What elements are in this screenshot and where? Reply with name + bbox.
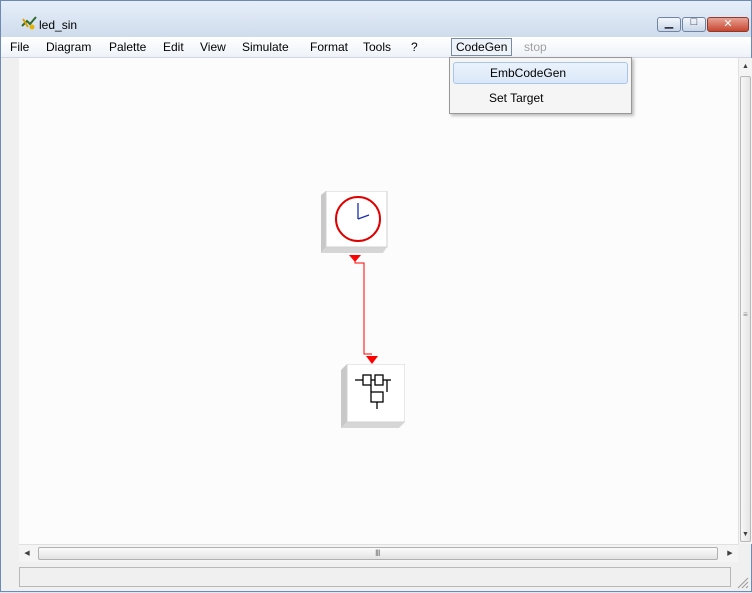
title-bar[interactable]: led_sin ▁ □ ✕ xyxy=(1,1,751,37)
menu-diagram[interactable]: Diagram xyxy=(42,38,95,56)
minimize-button[interactable]: ▁ xyxy=(657,17,681,32)
scroll-up-arrow-icon[interactable]: ▲ xyxy=(739,60,752,74)
menu-palette[interactable]: Palette xyxy=(105,38,150,56)
menu-format[interactable]: Format xyxy=(306,38,352,56)
minimize-icon: ▁ xyxy=(664,17,674,29)
scicos-window: led_sin ▁ □ ✕ File Diagram Palette Edit … xyxy=(0,0,752,592)
menu-view[interactable]: View xyxy=(196,38,230,56)
menu-edit[interactable]: Edit xyxy=(159,38,188,56)
clock-icon xyxy=(321,190,388,253)
scroll-grip-icon: ≡ xyxy=(743,310,748,319)
maximize-button[interactable]: □ xyxy=(682,16,706,32)
menu-stop[interactable]: stop xyxy=(520,38,551,56)
horizontal-scrollbar[interactable]: ◀ III ▶ xyxy=(19,544,738,562)
scroll-left-arrow-icon[interactable]: ◀ xyxy=(19,545,35,562)
status-bar xyxy=(19,563,751,591)
diagram-canvas[interactable] xyxy=(19,58,738,544)
vertical-scroll-thumb[interactable]: ≡ xyxy=(740,76,751,542)
clock-block[interactable] xyxy=(321,190,388,255)
close-icon: ✕ xyxy=(723,18,733,30)
menu-tools[interactable]: Tools xyxy=(359,38,395,56)
menu-simulate[interactable]: Simulate xyxy=(238,38,293,56)
scroll-right-arrow-icon[interactable]: ▶ xyxy=(722,545,738,562)
menu-file[interactable]: File xyxy=(6,38,33,56)
horizontal-scroll-thumb[interactable]: III xyxy=(38,547,718,560)
status-field xyxy=(19,567,731,587)
menu-item-embcodegen[interactable]: EmbCodeGen xyxy=(453,62,628,84)
function-block-icon xyxy=(341,363,406,428)
close-button[interactable]: ✕ xyxy=(707,17,749,32)
scilab-app-icon xyxy=(21,16,37,30)
scroll-down-arrow-icon[interactable]: ▼ xyxy=(739,528,752,542)
vertical-scrollbar[interactable]: ▲ ≡ ▼ xyxy=(738,58,752,544)
scroll-grip-icon: III xyxy=(375,548,380,558)
menu-help[interactable]: ? xyxy=(407,38,422,56)
function-block[interactable] xyxy=(341,363,406,428)
resize-grip-icon[interactable] xyxy=(735,575,749,589)
menu-item-set-target[interactable]: Set Target xyxy=(453,87,628,109)
menu-bar: File Diagram Palette Edit View Simulate … xyxy=(1,37,751,58)
window-title: led_sin xyxy=(39,18,78,32)
menu-codegen[interactable]: CodeGen xyxy=(451,38,513,56)
maximize-icon: □ xyxy=(690,16,698,28)
codegen-dropdown-menu: EmbCodeGen Set Target xyxy=(449,57,632,114)
